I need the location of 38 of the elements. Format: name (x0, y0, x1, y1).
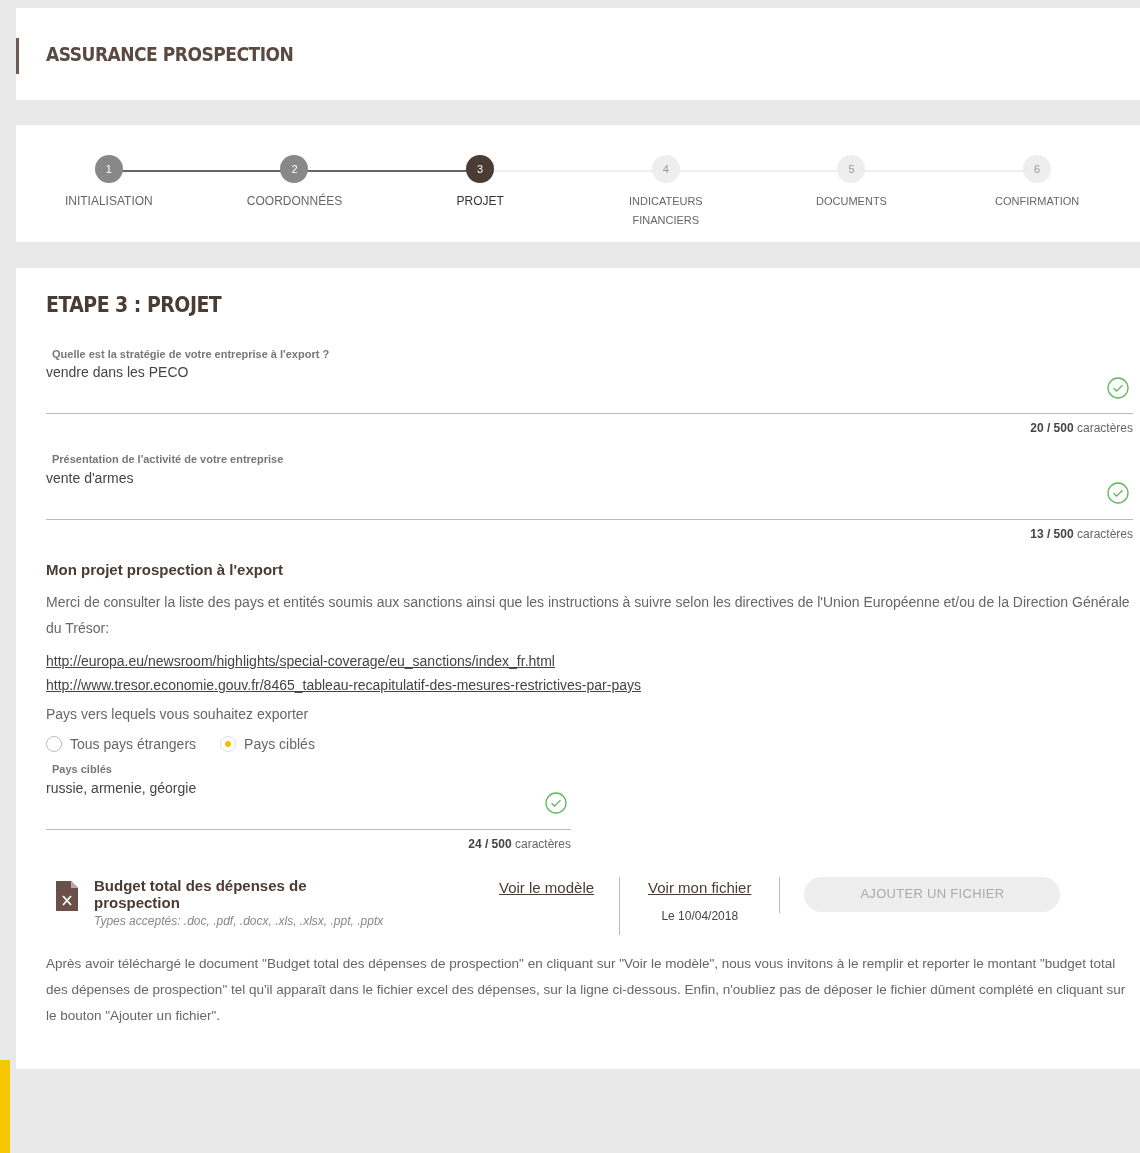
url-link[interactable]: http://www.tresor.economie.gouv.fr/8465_tableau-recapitulatif-des-mesures-restrictives-par-pays (46, 677, 641, 693)
instructions-paragraph: Après avoir téléchargé le document "Budget total des dépenses de prospection" en cliquant sur "Voir le modèle", nous vous invitons à le remplir et reporter le montant "budget total des dépenses de prospection" tel qu'il apparaît dans le fichier excel des dépenses, sur la ligne ci-dessous. Enfin, n'oubliez pas de déposer le fichier dûment complété en cliquant sur le bouton "Ajouter un fichier". (46, 954, 1127, 1025)
step-label[interactable]: CONFIRMATION (995, 192, 1080, 211)
my-file-link[interactable]: Voir mon fichier (648, 876, 752, 899)
field-label: Pays ciblés (51, 762, 113, 777)
field-value: vendre dans les PECO (46, 363, 190, 382)
character-counter: 13 / 500 caractères (1029, 525, 1133, 543)
url-link[interactable]: http://europa.eu/newsroom/highlights/special-coverage/eu_sanctions/index_fr.html (46, 653, 555, 669)
step-label[interactable]: PROJET (456, 192, 504, 211)
step-circle[interactable]: 1 (94, 155, 123, 183)
field-label: Présentation de l'activité de votre entreprise (51, 452, 285, 467)
file-date: Le 10/04/2018 (661, 908, 739, 925)
step-label[interactable]: COORDONNÉES (246, 192, 343, 211)
text-field[interactable]: Pays ciblés russie, armenie, géorgie (46, 761, 571, 830)
radio-label[interactable]: Pays ciblés (244, 731, 315, 757)
spreadsheet-file-icon (56, 880, 78, 911)
page-title: ASSURANCE PROSPECTION (46, 41, 294, 67)
step-circle[interactable]: 3 (466, 155, 495, 183)
step-circle[interactable]: 2 (280, 155, 309, 183)
step-label[interactable]: INDICATEURS FINANCIERS (605, 192, 726, 230)
file-title: Budget total des dépenses de prospection (94, 876, 308, 911)
text-field[interactable]: Quelle est la stratégie de votre entreprise à l'export ? vendre dans les PECO (46, 345, 1133, 414)
instructions-text: Merci de consulter la liste des pays et entités soumis aux sanctions ainsi que les instructions à suivre selon les directives de l'Union Européenne et/ou de la Direction Générale du Trésor: (46, 593, 1131, 638)
text-field[interactable]: Présentation de l'activité de votre entreprise vente d'armes (46, 451, 1133, 520)
question-text: Pays vers lequels vous souhaitez exporter (46, 705, 310, 724)
accent-rule (16, 38, 19, 74)
radio-label[interactable]: Tous pays étrangers (70, 731, 197, 757)
field-label: Quelle est la stratégie de votre entreprise à l'export ? (51, 346, 331, 362)
field-value: vente d'armes (46, 468, 135, 488)
section-title: ETAPE 3 : PROJET (46, 292, 223, 319)
field-value: russie, armenie, géorgie (46, 778, 198, 798)
step-label[interactable]: INITIALISATION (64, 192, 153, 211)
character-counter: 24 / 500 caractères (467, 835, 571, 853)
accepted-types: Types acceptés: .doc, .pdf, .docx, .xls, .xlsx, .ppt, .pptx (94, 914, 384, 928)
step-label[interactable]: DOCUMENTS (816, 192, 887, 211)
subsection-title: Mon projet prospection à l'export (46, 559, 284, 580)
model-link[interactable]: Voir le modèle (499, 876, 595, 899)
character-counter: 20 / 500 caractères (1029, 420, 1133, 437)
